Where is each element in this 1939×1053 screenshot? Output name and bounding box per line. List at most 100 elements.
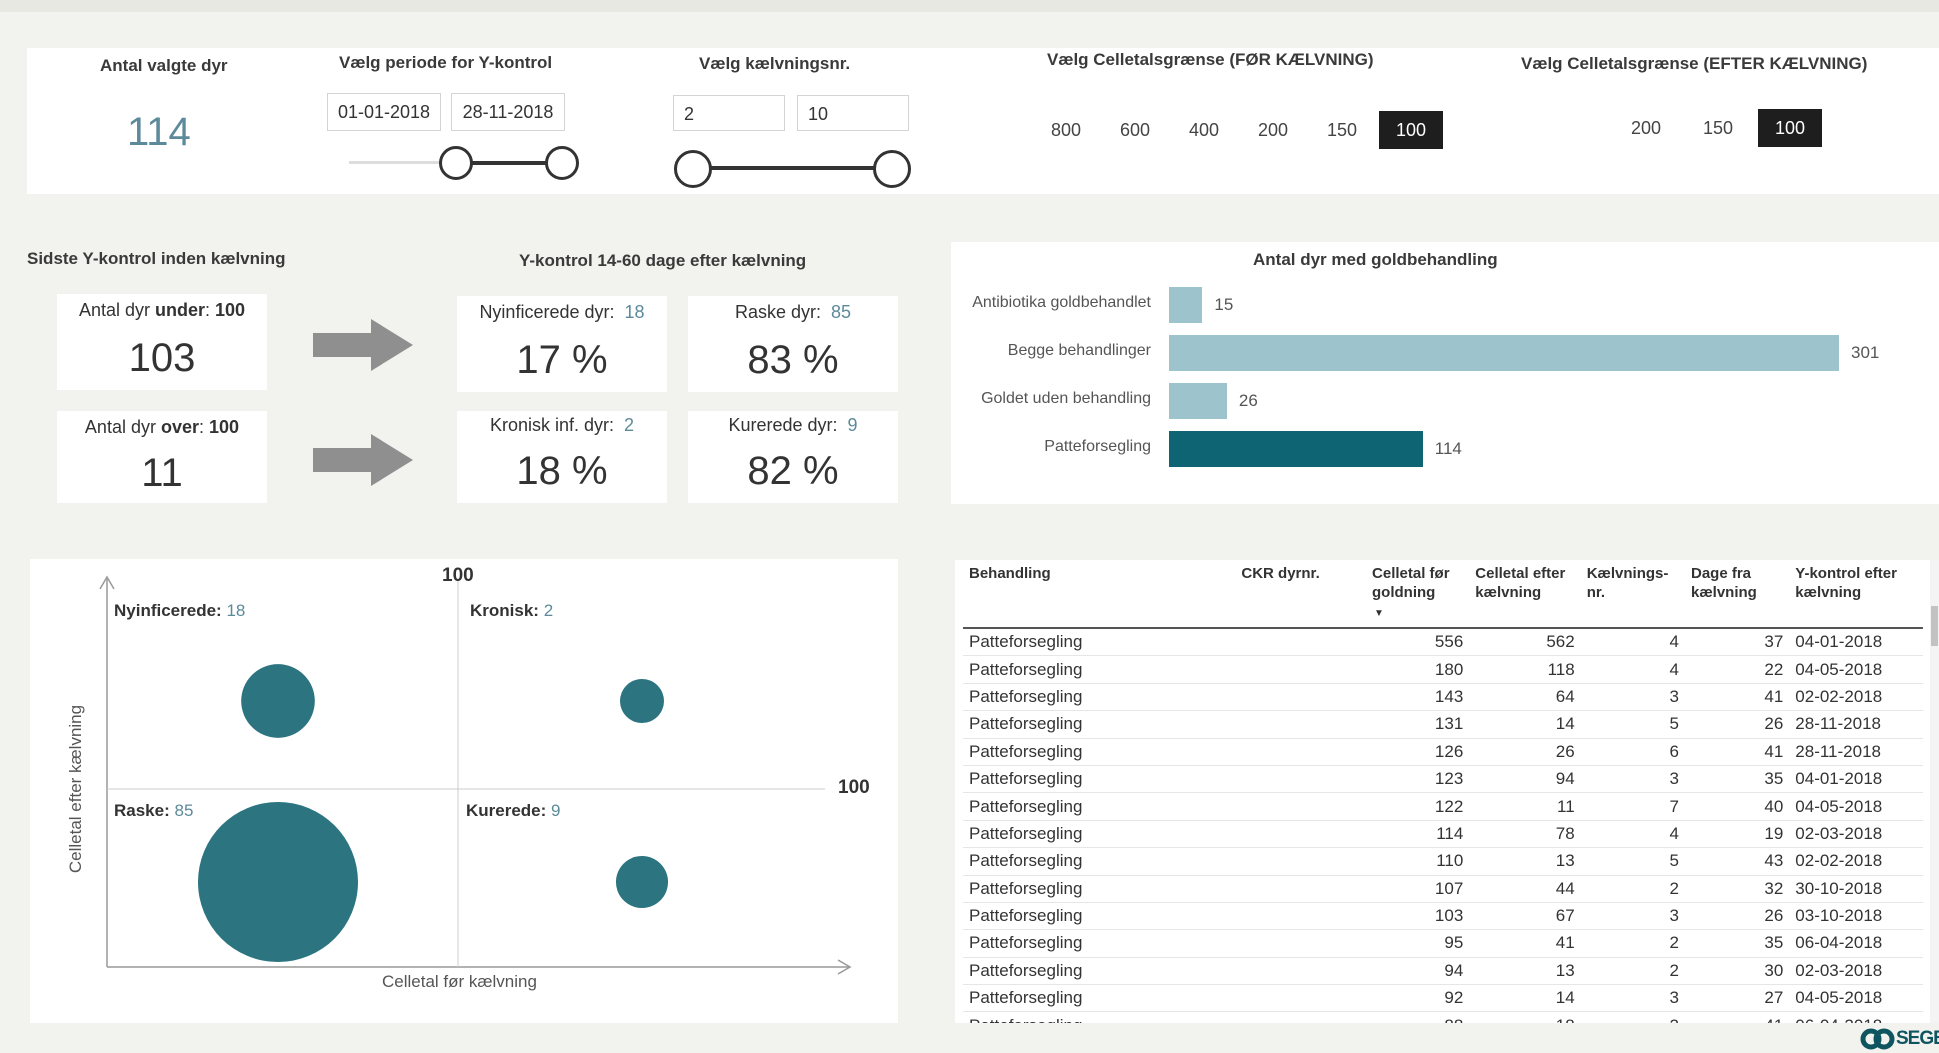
data-table: Behandling CKR dyrnr. Celletal før goldn… bbox=[963, 560, 1923, 1023]
table-cell: 114 bbox=[1366, 820, 1470, 849]
cell-before-chip-100[interactable]: 100 bbox=[1379, 111, 1443, 149]
table-row[interactable]: Patteforsegling 126 26 6 41 28-11-2018 bbox=[963, 738, 1923, 766]
new-infected-card: Nyinficerede dyr: 18 17 % bbox=[457, 296, 667, 392]
table-cell: Patteforsegling bbox=[963, 655, 1236, 684]
bar[interactable] bbox=[1169, 335, 1839, 371]
over-card: Antal dyr over: 100 11 bbox=[57, 411, 267, 503]
table-row[interactable]: Patteforsegling 103 67 3 26 03-10-2018 bbox=[963, 902, 1923, 931]
post-control-title: Y-kontrol 14-60 dage efter kælvning bbox=[519, 251, 807, 270]
table-header-row: Behandling CKR dyrnr. Celletal før goldn… bbox=[963, 560, 1923, 628]
top-bar bbox=[0, 0, 1939, 12]
table-cell: 64 bbox=[1469, 683, 1581, 712]
period-end-input[interactable]: 28-11-2018 bbox=[451, 93, 565, 131]
bar[interactable] bbox=[1169, 383, 1227, 419]
period-slider-end-handle[interactable] bbox=[545, 146, 579, 180]
table-cell: 13 bbox=[1469, 847, 1581, 876]
table-cell bbox=[1235, 847, 1367, 876]
bar-value-label: 301 bbox=[1851, 343, 1880, 362]
table-cell: 22 bbox=[1684, 655, 1790, 684]
table-row[interactable]: Patteforsegling 143 64 3 41 02-02-2018 bbox=[963, 683, 1923, 712]
cell-after-chip-100[interactable]: 100 bbox=[1758, 109, 1822, 147]
quadrant-new-infected-label: Nyinficerede: 18 bbox=[114, 601, 246, 620]
col-behandling[interactable]: Behandling bbox=[963, 560, 1235, 628]
col-calving-nr[interactable]: Kælvnings-nr. bbox=[1581, 560, 1685, 628]
table-cell: 41 bbox=[1684, 1011, 1790, 1023]
table-cell: Patteforsegling bbox=[963, 1011, 1236, 1023]
col-ycontrol[interactable]: Y-kontrol efter kælvning bbox=[1789, 560, 1923, 628]
table-cell: 30 bbox=[1684, 957, 1790, 986]
table-row[interactable]: Patteforsegling 180 118 4 22 04-05-2018 bbox=[963, 655, 1923, 684]
bar[interactable] bbox=[1169, 431, 1423, 467]
under-caption: Antal dyr under: 100 bbox=[78, 300, 246, 320]
table-row[interactable]: Patteforsegling 95 41 2 35 06-04-2018 bbox=[963, 929, 1923, 958]
cell-before-chip-200[interactable]: 200 bbox=[1241, 111, 1305, 149]
table-cell: Patteforsegling bbox=[963, 984, 1236, 1013]
table-row[interactable]: Patteforsegling 94 13 2 30 02-03-2018 bbox=[963, 957, 1923, 986]
table-cell: Patteforsegling bbox=[963, 710, 1236, 739]
table-cell: 26 bbox=[1684, 902, 1790, 931]
table-cell: 04-05-2018 bbox=[1789, 655, 1923, 684]
table-cell: 18 bbox=[1469, 1011, 1581, 1023]
bar-label: Goldet uden behandling bbox=[981, 390, 1151, 407]
table-cell: 28-11-2018 bbox=[1789, 710, 1923, 739]
scrollbar-thumb[interactable] bbox=[1931, 606, 1938, 646]
cell-before-label: Vælg Celletalsgrænse (FØR KÆLVNING) bbox=[1047, 50, 1374, 69]
calving-max-input[interactable]: 10 bbox=[797, 95, 909, 131]
table-cell bbox=[1235, 655, 1367, 684]
col-days[interactable]: Dage fra kælvning bbox=[1685, 560, 1789, 628]
bubble[interactable] bbox=[241, 664, 315, 738]
bubble[interactable] bbox=[198, 802, 358, 962]
table-cell: 5 bbox=[1580, 847, 1685, 876]
table-row[interactable]: Patteforsegling 122 11 7 40 04-05-2018 bbox=[963, 792, 1923, 821]
cell-before-chip-600[interactable]: 600 bbox=[1103, 111, 1167, 149]
table-row[interactable]: Patteforsegling 107 44 2 32 30-10-2018 bbox=[963, 875, 1923, 903]
table-cell: Patteforsegling bbox=[963, 820, 1236, 849]
table-row[interactable]: Patteforsegling 110 13 5 43 02-02-2018 bbox=[963, 847, 1923, 876]
cell-before-chip-400[interactable]: 400 bbox=[1172, 111, 1236, 149]
calving-slider-max-handle[interactable] bbox=[873, 150, 911, 188]
table-row[interactable]: Patteforsegling 114 78 4 19 02-03-2018 bbox=[963, 820, 1923, 849]
quadrant-chronic-label: Kronisk: 2 bbox=[470, 601, 554, 620]
bar-chart-title: Antal dyr med goldbehandling bbox=[1253, 250, 1498, 269]
table-cell: 92 bbox=[1366, 984, 1470, 1013]
col-ckr[interactable]: CKR dyrnr. bbox=[1235, 560, 1366, 628]
cell-after-chip-200[interactable]: 200 bbox=[1614, 109, 1678, 147]
table-row[interactable]: Patteforsegling 131 14 5 26 28-11-2018 bbox=[963, 710, 1923, 739]
cell-before-chip-800[interactable]: 800 bbox=[1034, 111, 1098, 149]
bar[interactable] bbox=[1169, 287, 1203, 323]
seges-logo-text: SEGES bbox=[1896, 1028, 1939, 1049]
table-row[interactable]: Patteforsegling 556 562 4 37 04-01-2018 bbox=[963, 628, 1923, 657]
table-row[interactable]: Patteforsegling 123 94 3 35 04-01-2018 bbox=[963, 765, 1923, 794]
calving-min-input[interactable]: 2 bbox=[673, 95, 785, 131]
calving-slider-range bbox=[693, 166, 893, 170]
table-cell: 41 bbox=[1684, 683, 1790, 712]
table-cell bbox=[1235, 875, 1367, 903]
table-row[interactable]: Patteforsegling 881824106-04-2018 bbox=[963, 1011, 1923, 1023]
table-cell bbox=[1235, 792, 1367, 821]
table-cell: 3 bbox=[1580, 984, 1685, 1013]
healthy-card: Raske dyr: 85 83 % bbox=[688, 296, 898, 392]
table-cell: 44 bbox=[1469, 875, 1581, 903]
table-cell: Patteforsegling bbox=[963, 683, 1236, 712]
under-value: 103 bbox=[128, 336, 196, 380]
cell-before-chip-150[interactable]: 150 bbox=[1310, 111, 1374, 149]
table-cell bbox=[1235, 628, 1367, 657]
cell-after-chip-150[interactable]: 150 bbox=[1686, 109, 1750, 147]
period-start-input[interactable]: 01-01-2018 bbox=[327, 93, 441, 131]
period-slider-start-handle[interactable] bbox=[439, 146, 473, 180]
table-cell: 02-02-2018 bbox=[1789, 847, 1923, 876]
new-infected-pct: 17 % bbox=[516, 338, 608, 382]
col-cell-before[interactable]: Celletal før goldning ▼ bbox=[1366, 560, 1469, 628]
table-cell: 4 bbox=[1580, 655, 1685, 684]
table-row[interactable]: Patteforsegling 92 14 3 27 04-05-2018 bbox=[963, 984, 1923, 1013]
table-cell: 7 bbox=[1580, 792, 1685, 821]
table-cell: Patteforsegling bbox=[963, 957, 1236, 986]
table-cell: 41 bbox=[1684, 738, 1790, 766]
calving-slider-min-handle[interactable] bbox=[674, 150, 712, 188]
table-cell: 2 bbox=[1580, 875, 1685, 903]
bubble[interactable] bbox=[615, 855, 669, 909]
col-cell-after[interactable]: Celletal efter kælvning bbox=[1469, 560, 1580, 628]
scrollbar[interactable] bbox=[1930, 560, 1939, 1023]
table-cell: 19 bbox=[1684, 820, 1790, 849]
bubble[interactable] bbox=[620, 679, 664, 723]
